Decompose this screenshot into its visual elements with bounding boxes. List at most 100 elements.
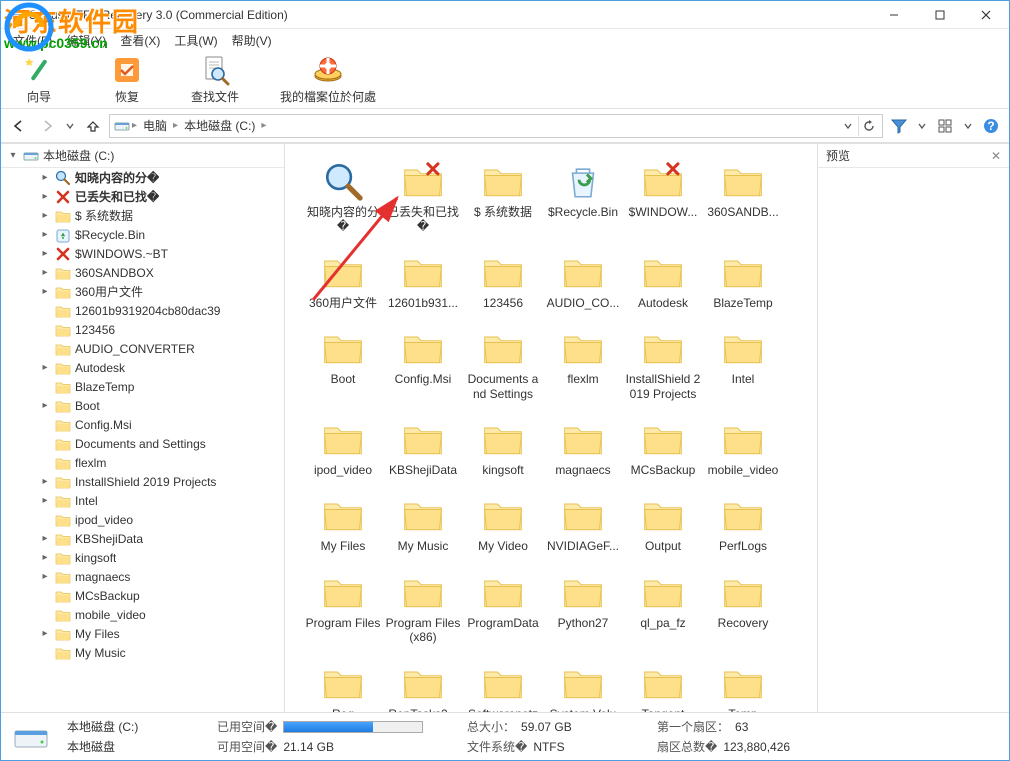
expand-icon[interactable] bbox=[39, 324, 51, 336]
grid-item[interactable]: My Music bbox=[383, 488, 463, 556]
tree-item[interactable]: ▸Intel bbox=[1, 491, 284, 510]
nav-back-button[interactable] bbox=[7, 114, 31, 138]
menu-file[interactable]: 文件(F) bbox=[7, 30, 58, 51]
collapse-icon[interactable]: ▾ bbox=[7, 150, 19, 162]
tree-item[interactable]: ▸Boot bbox=[1, 396, 284, 415]
grid-item[interactable]: My Video bbox=[463, 488, 543, 556]
expand-icon[interactable] bbox=[39, 514, 51, 526]
breadcrumb-computer[interactable]: 电脑 bbox=[139, 117, 171, 134]
tree-item[interactable]: flexlm bbox=[1, 453, 284, 472]
grid-item[interactable]: System Volume In... bbox=[543, 656, 623, 712]
filter-dropdown[interactable] bbox=[915, 114, 929, 138]
grid-item[interactable]: NVIDIAGeF... bbox=[543, 488, 623, 556]
tree-item[interactable]: Documents and Settings bbox=[1, 434, 284, 453]
grid-item[interactable]: $Recycle.Bin bbox=[543, 154, 623, 237]
grid-item[interactable]: 123456 bbox=[463, 245, 543, 313]
toolbar-wherefiles[interactable]: 我的檔案位於何處 bbox=[273, 54, 383, 105]
expand-icon[interactable]: ▸ bbox=[39, 476, 51, 488]
expand-icon[interactable]: ▸ bbox=[39, 400, 51, 412]
grid-item[interactable]: 已丢失和已找� bbox=[383, 154, 463, 237]
close-button[interactable] bbox=[963, 1, 1009, 29]
expand-icon[interactable]: ▸ bbox=[39, 191, 51, 203]
tree-item[interactable]: ▸kingsoft bbox=[1, 548, 284, 567]
expand-icon[interactable]: ▸ bbox=[39, 552, 51, 564]
menu-help[interactable]: 帮助(V) bbox=[226, 30, 278, 51]
expand-icon[interactable]: ▸ bbox=[39, 267, 51, 279]
tree-item[interactable]: ▸KBShejiData bbox=[1, 529, 284, 548]
address-bar[interactable]: ▸ 电脑 ▸ 本地磁盘 (C:) ▸ bbox=[109, 114, 883, 138]
grid-item[interactable]: Autodesk bbox=[623, 245, 703, 313]
grid-item[interactable]: flexlm bbox=[543, 321, 623, 404]
expand-icon[interactable] bbox=[39, 419, 51, 431]
grid-item[interactable]: $ 系统数据 bbox=[463, 154, 543, 237]
expand-icon[interactable]: ▸ bbox=[39, 628, 51, 640]
grid-item[interactable]: PerfLogs bbox=[703, 488, 783, 556]
grid-item[interactable]: Output bbox=[623, 488, 703, 556]
tree-item[interactable]: 12601b9319204cb80dac39 bbox=[1, 301, 284, 320]
expand-icon[interactable]: ▸ bbox=[39, 210, 51, 222]
expand-icon[interactable]: ▸ bbox=[39, 495, 51, 507]
grid-item[interactable]: Documents and Settings bbox=[463, 321, 543, 404]
expand-icon[interactable] bbox=[39, 381, 51, 393]
grid-item[interactable]: magnaecs bbox=[543, 412, 623, 480]
grid-item[interactable]: Reg bbox=[303, 656, 383, 712]
tree-item[interactable]: ipod_video bbox=[1, 510, 284, 529]
grid-item[interactable]: MCsBackup bbox=[623, 412, 703, 480]
tree-item[interactable]: mobile_video bbox=[1, 605, 284, 624]
expand-icon[interactable] bbox=[39, 343, 51, 355]
nav-forward-button[interactable] bbox=[35, 114, 59, 138]
refresh-button[interactable] bbox=[858, 116, 878, 136]
tree-item[interactable]: ▸My Files bbox=[1, 624, 284, 643]
grid-item[interactable]: My Files bbox=[303, 488, 383, 556]
expand-icon[interactable]: ▸ bbox=[39, 286, 51, 298]
preview-close-button[interactable]: ✕ bbox=[991, 149, 1001, 163]
tree-item[interactable]: ▸$WINDOWS.~BT bbox=[1, 244, 284, 263]
expand-icon[interactable] bbox=[39, 590, 51, 602]
expand-icon[interactable] bbox=[39, 438, 51, 450]
help-button[interactable]: ? bbox=[979, 114, 1003, 138]
grid-item[interactable]: Intel bbox=[703, 321, 783, 404]
grid-item[interactable]: RepTasks2... bbox=[383, 656, 463, 712]
filter-button[interactable] bbox=[887, 114, 911, 138]
grid-item[interactable]: Softwarenetz bbox=[463, 656, 543, 712]
address-dropdown[interactable] bbox=[838, 116, 858, 136]
tree-item[interactable]: ▸360用户文件 bbox=[1, 282, 284, 301]
tree-item[interactable]: BlazeTemp bbox=[1, 377, 284, 396]
grid-item[interactable]: KBShejiData bbox=[383, 412, 463, 480]
expand-icon[interactable]: ▸ bbox=[39, 229, 51, 241]
grid-item[interactable]: Config.Msi bbox=[383, 321, 463, 404]
grid-item[interactable]: 12601b931... bbox=[383, 245, 463, 313]
tree-item[interactable]: My Music bbox=[1, 643, 284, 662]
grid-item[interactable]: ProgramData bbox=[463, 565, 543, 648]
grid-item[interactable]: ql_pa_fz bbox=[623, 565, 703, 648]
expand-icon[interactable] bbox=[39, 305, 51, 317]
menu-edit[interactable]: 编辑(Y) bbox=[60, 30, 112, 51]
grid-item[interactable]: Program Files bbox=[303, 565, 383, 648]
grid-item[interactable]: BlazeTemp bbox=[703, 245, 783, 313]
grid-item[interactable]: ipod_video bbox=[303, 412, 383, 480]
tree-item[interactable]: ▸InstallShield 2019 Projects bbox=[1, 472, 284, 491]
grid-item[interactable]: mobile_video bbox=[703, 412, 783, 480]
tree-item[interactable]: ▸magnaecs bbox=[1, 567, 284, 586]
expand-icon[interactable]: ▸ bbox=[39, 172, 51, 184]
breadcrumb-localdisk[interactable]: 本地磁盘 (C:) bbox=[180, 117, 259, 134]
grid-item[interactable]: 360用户文件 bbox=[303, 245, 383, 313]
grid-item[interactable]: InstallShield 2019 Projects bbox=[623, 321, 703, 404]
expand-icon[interactable] bbox=[39, 457, 51, 469]
minimize-button[interactable] bbox=[871, 1, 917, 29]
grid-item[interactable]: Boot bbox=[303, 321, 383, 404]
expand-icon[interactable]: ▸ bbox=[39, 571, 51, 583]
grid-item[interactable]: Python27 bbox=[543, 565, 623, 648]
grid-item[interactable]: Recovery bbox=[703, 565, 783, 648]
expand-icon[interactable]: ▸ bbox=[39, 533, 51, 545]
menu-view[interactable]: 查看(X) bbox=[114, 30, 166, 51]
grid-item[interactable]: AUDIO_CO... bbox=[543, 245, 623, 313]
grid-item[interactable]: kingsoft bbox=[463, 412, 543, 480]
tree-item[interactable]: ▸$ 系统数据 bbox=[1, 206, 284, 225]
tree-item[interactable]: ▸360SANDBOX bbox=[1, 263, 284, 282]
toolbar-findfile[interactable]: 查找文件 bbox=[185, 54, 245, 105]
maximize-button[interactable] bbox=[917, 1, 963, 29]
tree-item[interactable]: 123456 bbox=[1, 320, 284, 339]
grid-item[interactable]: $WINDOW... bbox=[623, 154, 703, 237]
tree-item[interactable]: ▸$Recycle.Bin bbox=[1, 225, 284, 244]
